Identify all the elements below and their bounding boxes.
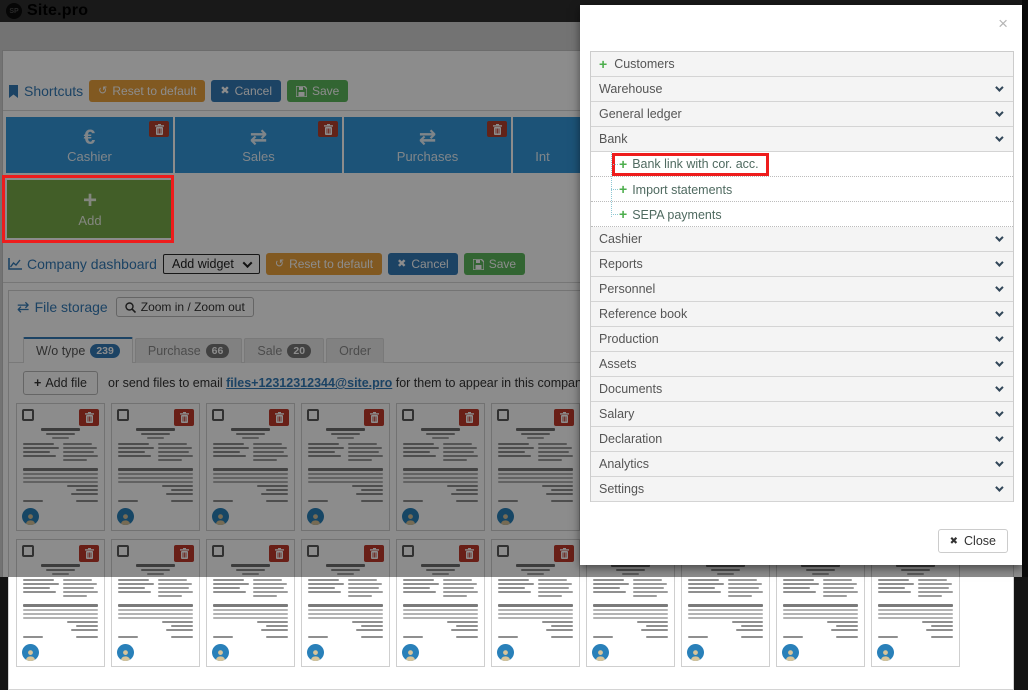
shortcut-menu: + Customers Warehouse General ledger Bank + Ba…	[590, 51, 1014, 502]
submenu-item-sepa-payments[interactable]: + SEPA payments	[591, 202, 1013, 227]
chevron-down-icon	[995, 433, 1003, 441]
chevron-down-icon	[995, 358, 1003, 366]
menu-item-production[interactable]: Production	[591, 327, 1013, 352]
chevron-down-icon	[995, 383, 1003, 391]
uploader-avatar	[402, 644, 419, 661]
chevron-down-icon	[995, 133, 1003, 141]
submenu-item-label: SEPA payments	[632, 208, 721, 222]
plus-icon: +	[619, 181, 627, 197]
menu-item-reference-book[interactable]: Reference book	[591, 302, 1013, 327]
menu-item-label: Documents	[599, 382, 662, 396]
modal-close-button[interactable]: ✖ Close	[938, 529, 1008, 553]
menu-item-cashier[interactable]: Cashier	[591, 227, 1013, 252]
menu-item-warehouse[interactable]: Warehouse	[591, 77, 1013, 102]
person-icon	[405, 649, 416, 661]
person-icon	[785, 649, 796, 661]
uploader-avatar	[592, 644, 609, 661]
menu-item-settings[interactable]: Settings	[591, 477, 1013, 502]
uploader-avatar	[687, 644, 704, 661]
modal-close-icon[interactable]: ×	[998, 15, 1008, 32]
submenu-bank: + Bank link with cor. acc. + Import stateme…	[591, 152, 1013, 227]
menu-item-label: Production	[599, 332, 659, 346]
person-icon	[120, 649, 131, 661]
chevron-down-icon	[995, 308, 1003, 316]
chevron-down-icon	[995, 233, 1003, 241]
menu-item-general-ledger[interactable]: General ledger	[591, 102, 1013, 127]
submenu-item-content: + SEPA payments	[619, 207, 722, 222]
menu-item-label: Bank	[599, 132, 628, 146]
plus-icon: +	[619, 206, 627, 222]
menu-item-label: Salary	[599, 407, 634, 421]
chevron-down-icon	[995, 458, 1003, 466]
highlight-annotation-bank-link: + Bank link with cor. acc.	[612, 153, 769, 176]
menu-item-label: Settings	[599, 482, 644, 496]
menu-item-label: Assets	[599, 357, 637, 371]
menu-item-label: General ledger	[599, 107, 682, 121]
person-icon	[310, 649, 321, 661]
menu-item-label: Declaration	[599, 432, 662, 446]
uploader-avatar	[212, 644, 229, 661]
submenu-item-import-statements[interactable]: + Import statements	[591, 177, 1013, 202]
menu-item-label: Personnel	[599, 282, 655, 296]
chevron-down-icon	[995, 108, 1003, 116]
uploader-avatar	[307, 644, 324, 661]
plus-icon: +	[599, 57, 607, 71]
menu-item-label: Reference book	[599, 307, 687, 321]
chevron-down-icon	[995, 83, 1003, 91]
chevron-down-icon	[995, 483, 1003, 491]
uploader-avatar	[877, 644, 894, 661]
menu-item-label: Analytics	[599, 457, 649, 471]
menu-item-label: Warehouse	[599, 82, 662, 96]
submenu-item-label: Import statements	[632, 183, 732, 197]
submenu-item-label: Bank link with cor. acc.	[632, 157, 758, 171]
chevron-down-icon	[995, 333, 1003, 341]
x-icon: ✖	[950, 536, 958, 547]
person-icon	[500, 649, 511, 661]
add-shortcut-modal: × +CustomersWarehouseGeneral ledgerBank+…	[580, 5, 1022, 565]
menu-item-reports[interactable]: Reports	[591, 252, 1013, 277]
menu-item-bank[interactable]: Bank	[591, 127, 1013, 152]
menu-item-label: Reports	[599, 257, 643, 271]
chevron-down-icon	[995, 283, 1003, 291]
menu-item-salary[interactable]: Salary	[591, 402, 1013, 427]
menu-item-personnel[interactable]: Personnel	[591, 277, 1013, 302]
menu-item-assets[interactable]: Assets	[591, 352, 1013, 377]
menu-item-declaration[interactable]: Declaration	[591, 427, 1013, 452]
menu-item-documents[interactable]: Documents	[591, 377, 1013, 402]
submenu-item-bank-link-with-cor-acc[interactable]: + Bank link with cor. acc.	[591, 152, 1013, 177]
menu-item-label: Cashier	[599, 232, 642, 246]
submenu-item-content: + Import statements	[619, 182, 732, 197]
person-icon	[880, 649, 891, 661]
person-icon	[25, 649, 36, 661]
person-icon	[595, 649, 606, 661]
plus-icon: +	[619, 157, 627, 171]
uploader-avatar	[117, 644, 134, 661]
chevron-down-icon	[995, 408, 1003, 416]
menu-item-analytics[interactable]: Analytics	[591, 452, 1013, 477]
person-icon	[690, 649, 701, 661]
menu-item-customers[interactable]: + Customers	[591, 52, 1013, 77]
person-icon	[215, 649, 226, 661]
uploader-avatar	[497, 644, 514, 661]
uploader-avatar	[782, 644, 799, 661]
uploader-avatar	[22, 644, 39, 661]
menu-item-label: Customers	[614, 57, 674, 71]
chevron-down-icon	[995, 258, 1003, 266]
